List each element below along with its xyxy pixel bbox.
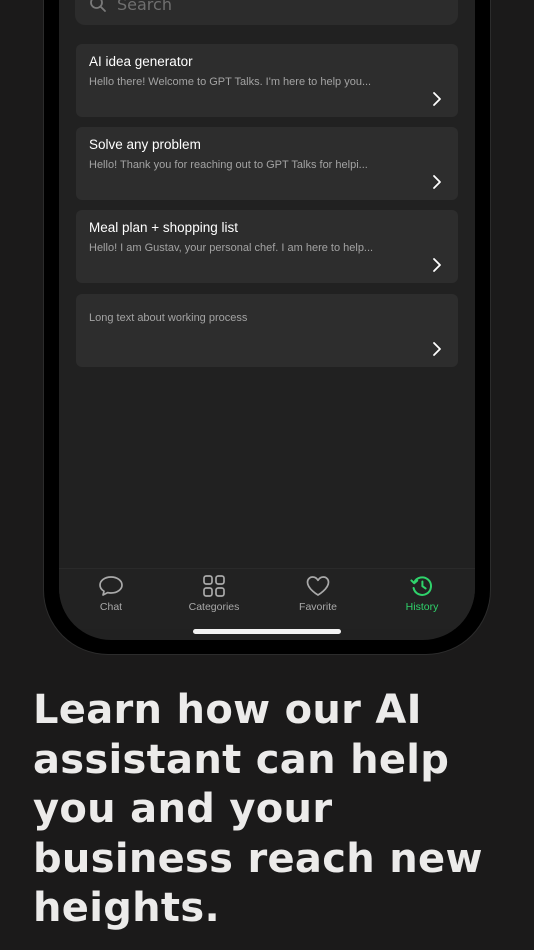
history-item-solve-any-problem[interactable]: Solve any problem Hello! Thank you for r… — [76, 127, 458, 200]
chevron-right-icon — [433, 258, 441, 272]
home-indicator — [193, 629, 341, 634]
tab-categories[interactable]: Categories — [174, 575, 254, 619]
history-item-preview: Hello there! Welcome to GPT Talks. I'm h… — [89, 76, 372, 88]
chat-bubble-icon — [99, 576, 123, 596]
chevron-right-icon — [433, 342, 441, 356]
history-item-preview: Hello! I am Gustav, your personal chef. … — [89, 242, 374, 254]
search-bar[interactable] — [75, 0, 458, 25]
app-store-screenshot: AI idea generator Hello there! Welcome t… — [0, 0, 534, 950]
history-item-title: Meal plan + shopping list — [89, 220, 238, 235]
history-item-long-text[interactable]: Long text about working process — [76, 294, 458, 367]
heart-icon — [306, 576, 330, 596]
grid-icon — [203, 575, 225, 597]
tab-chat[interactable]: Chat — [71, 575, 151, 619]
tab-favorite[interactable]: Favorite — [278, 575, 358, 619]
tab-bar: Chat Categories Favorite History — [59, 568, 475, 629]
tab-history[interactable]: History — [382, 575, 462, 619]
phone-frame: AI idea generator Hello there! Welcome t… — [44, 0, 490, 654]
search-icon — [89, 0, 107, 13]
phone-screen: AI idea generator Hello there! Welcome t… — [59, 0, 475, 640]
history-item-title: Solve any problem — [89, 137, 201, 152]
history-item-ai-idea-generator[interactable]: AI idea generator Hello there! Welcome t… — [76, 44, 458, 117]
history-clock-icon — [410, 576, 432, 596]
tab-label: History — [405, 601, 439, 613]
tab-label: Chat — [99, 601, 123, 613]
tab-label: Categories — [188, 601, 240, 613]
tab-label: Favorite — [299, 601, 337, 613]
history-item-preview: Hello! Thank you for reaching out to GPT… — [89, 159, 368, 171]
chevron-right-icon — [433, 175, 441, 189]
chevron-right-icon — [433, 92, 441, 106]
history-item-title: AI idea generator — [89, 54, 193, 69]
search-input[interactable] — [117, 0, 417, 14]
history-item-meal-plan[interactable]: Meal plan + shopping list Hello! I am Gu… — [76, 210, 458, 283]
promo-headline: Learn how our AI assistant can help you … — [33, 687, 483, 931]
history-item-preview: Long text about working process — [89, 312, 248, 324]
